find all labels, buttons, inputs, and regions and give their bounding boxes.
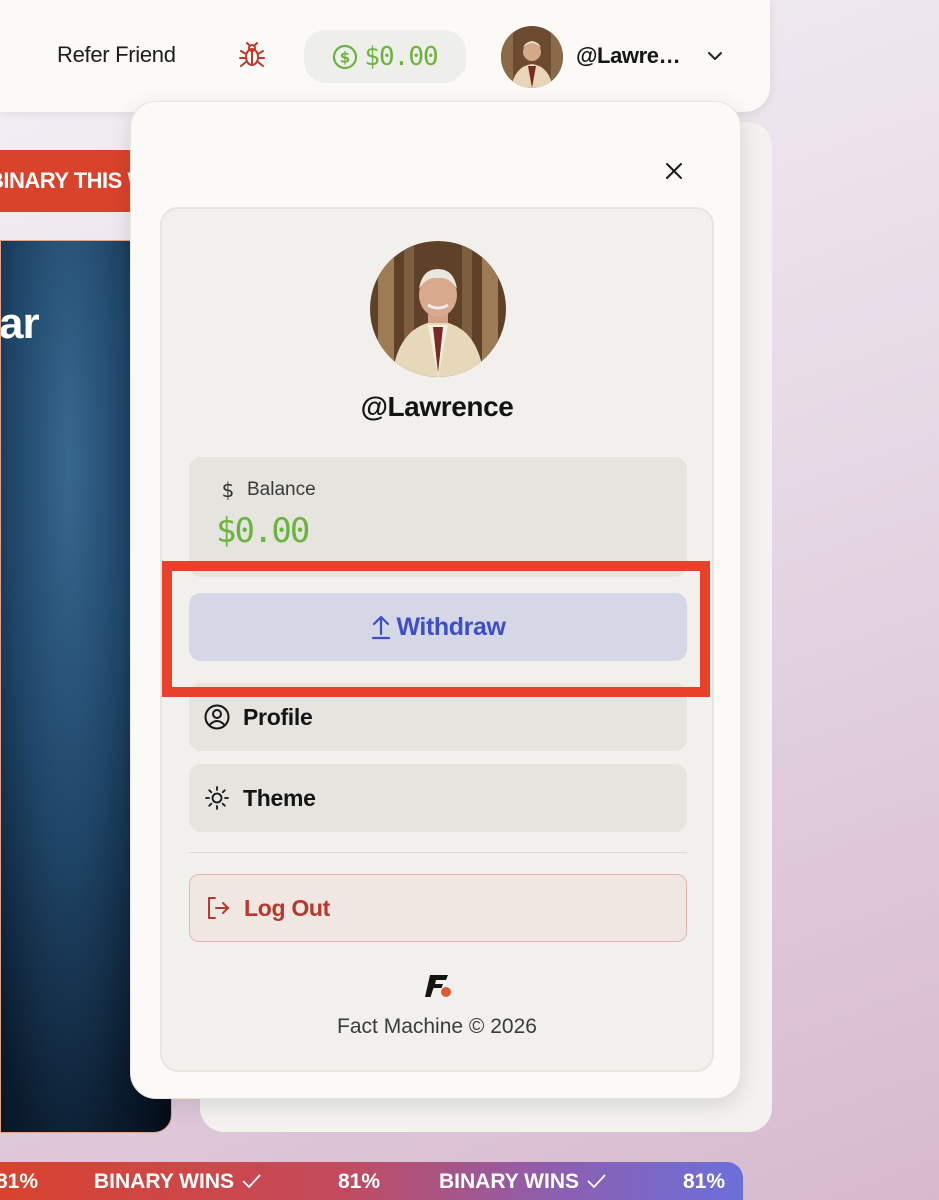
hero-title: ar [0,299,40,348]
profile-button[interactable]: Profile [189,683,687,751]
logout-icon [208,897,229,919]
ticker-item: BINARY WINS [439,1170,607,1194]
svg-text:$: $ [222,479,235,501]
header-balance-pill[interactable]: $ $0.00 [304,30,466,83]
chevron-down-icon[interactable] [705,46,725,66]
dollar-icon: $ [222,479,235,501]
ticker-item: 81% [683,1170,726,1193]
balance-label: Balance [247,479,316,500]
ticker-item: BINARY WINS [94,1170,262,1194]
header-username[interactable]: @Lawre… [576,43,681,69]
header-balance-amount: $0.00 [364,41,438,72]
ticker-item: 81% [338,1170,381,1193]
check-icon [242,1174,261,1189]
theme-label: Theme [243,784,316,811]
balance-value: $0.00 [216,511,310,551]
fact-machine-logo [425,975,451,997]
profile-username: @Lawrence [360,391,514,422]
logout-label: Log Out [244,894,331,921]
withdraw-button[interactable]: Withdraw [189,593,687,661]
profile-avatar [370,241,506,377]
dollar-circle-icon: $ [333,44,358,69]
theme-button[interactable]: Theme [189,764,687,832]
logout-button[interactable]: Log Out [189,874,687,942]
menu-divider [189,852,687,853]
footer-copyright: Fact Machine © 2026 [337,1015,537,1038]
close-button[interactable] [661,158,687,184]
user-circle-icon [204,704,230,730]
withdraw-label: Withdraw [396,612,506,641]
header-avatar[interactable] [501,26,563,88]
close-icon [666,163,682,179]
ticker-item: 81% [0,1170,39,1193]
promo-banner[interactable]: BINARY THIS WEEK [0,150,150,212]
account-dropdown-panel: @Lawrence $ Balance $0.00 Withdraw Profi [130,101,741,1099]
bug-icon[interactable] [237,40,267,70]
svg-text:$: $ [340,48,350,66]
arrow-up-icon [372,615,391,640]
profile-label: Profile [243,703,313,730]
check-icon [587,1174,606,1189]
balance-card: $ Balance $0.00 [189,457,687,577]
sun-icon [205,786,229,810]
refer-friend-link[interactable]: Refer Friend [57,42,176,68]
promo-banner-text: BINARY THIS WEEK [0,168,150,193]
ticker-bar: 81% BINARY WINS 81% BINARY WINS 81% [0,1162,743,1200]
top-header: Refer Friend $ $0.00 @Lawre… [0,0,770,112]
account-card: @Lawrence $ Balance $0.00 Withdraw Profi [160,207,714,1072]
